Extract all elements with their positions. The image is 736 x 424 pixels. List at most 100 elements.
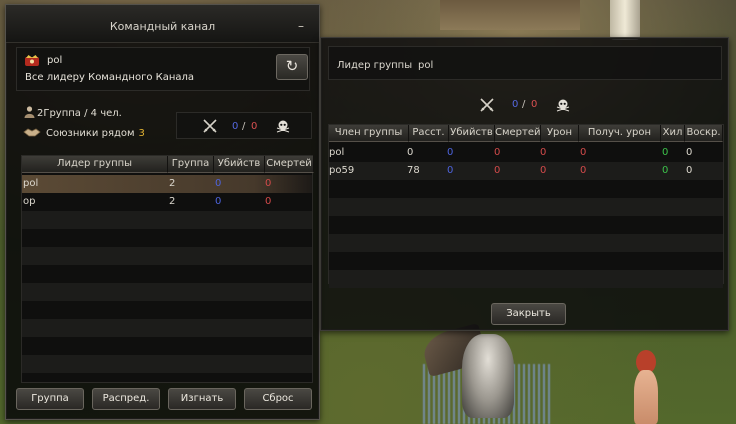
party-score-panel: 0 / 0 — [321, 88, 728, 122]
party-leaders-table: Лидер группы Группа Убийств Смертей pol … — [21, 155, 314, 383]
armored-character — [419, 322, 550, 424]
row-damage: 0 — [540, 147, 547, 158]
empty-row — [329, 216, 723, 234]
empty-row — [22, 265, 312, 283]
row-kills: 0 — [447, 147, 454, 158]
row-revive: 0 — [686, 165, 693, 176]
row-heal: 0 — [662, 147, 669, 158]
party-leader-panel: Лидер группы pol — [328, 46, 722, 80]
table-header: Лидер группы Группа Убийств Смертей — [22, 156, 314, 173]
redhead-character — [626, 350, 666, 424]
header-deaths[interactable]: Смертей — [265, 156, 314, 173]
score-separator: / — [242, 121, 246, 132]
row-deaths: 0 — [265, 178, 272, 189]
party-members-table: Член группы Расст. Убийств Смертей Урон … — [328, 124, 724, 288]
header-group[interactable]: Группа — [168, 156, 214, 173]
row-kills: 0 — [447, 165, 454, 176]
row-heal: 0 — [662, 165, 669, 176]
header-heal[interactable]: Хил — [661, 125, 685, 142]
row-leader: op — [23, 196, 36, 207]
header-distance[interactable]: Расст. — [409, 125, 449, 142]
row-deaths: 0 — [494, 165, 501, 176]
background-building — [440, 0, 580, 30]
crossed-swords-icon — [203, 119, 217, 133]
empty-row — [22, 355, 312, 373]
distribute-button[interactable]: Распред. — [92, 388, 160, 410]
channel-kills: 0 — [232, 121, 239, 132]
row-group: 2 — [169, 196, 176, 207]
party-leader-name: pol — [418, 60, 434, 71]
empty-row — [329, 180, 723, 198]
command-channel-window: Командный канал – pol Все лидеру Командн… — [5, 4, 320, 420]
handshake-icon — [23, 128, 41, 137]
score-separator: / — [522, 99, 526, 110]
row-group: 2 — [169, 178, 176, 189]
header-received-damage[interactable]: Получ. урон — [579, 125, 661, 142]
allies-nearby: Союзники рядом 3 — [46, 128, 145, 139]
header-leader[interactable]: Лидер группы — [22, 156, 168, 173]
allies-label: Союзники рядом — [46, 128, 135, 139]
empty-row — [22, 337, 312, 355]
row-member: pol — [329, 147, 345, 158]
header-kills[interactable]: Убийств — [214, 156, 265, 173]
group-button[interactable]: Группа — [16, 388, 84, 410]
header-deaths[interactable]: Смертей — [495, 125, 541, 142]
table-row[interactable]: po59 78 0 0 0 0 0 0 — [329, 162, 723, 180]
character-body — [462, 334, 514, 418]
crossed-swords-icon — [480, 98, 494, 112]
empty-row — [329, 270, 723, 288]
character-torso — [634, 370, 658, 424]
row-received-damage: 0 — [580, 147, 587, 158]
background-statue — [610, 0, 640, 40]
empty-row — [22, 319, 312, 337]
row-leader: pol — [23, 178, 39, 189]
empty-row — [329, 234, 723, 252]
header-damage[interactable]: Урон — [541, 125, 579, 142]
skull-icon — [556, 99, 570, 112]
allies-count: 3 — [138, 128, 145, 139]
window-title-bar[interactable]: Командный канал – — [6, 5, 319, 43]
row-deaths: 0 — [494, 147, 501, 158]
table-row[interactable]: op 2 0 0 — [22, 193, 312, 211]
channel-leader-line: Все лидеру Командного Канала — [25, 72, 195, 83]
channel-deaths: 0 — [251, 121, 258, 132]
party-leader-label: Лидер группы — [337, 60, 413, 71]
channel-leader-name: pol — [47, 55, 63, 66]
row-distance: 0 — [407, 147, 414, 158]
empty-row — [22, 211, 312, 229]
row-damage: 0 — [540, 165, 547, 176]
groups-count: 2Группа / 4 чел. — [37, 108, 122, 119]
header-revive[interactable]: Воскр. — [685, 125, 723, 142]
person-icon — [24, 106, 35, 118]
empty-row — [329, 198, 723, 216]
kick-button[interactable]: Изгнать — [168, 388, 236, 410]
party-kills: 0 — [512, 99, 519, 110]
row-received-damage: 0 — [580, 165, 587, 176]
table-row[interactable]: pol 0 0 0 0 0 0 0 — [329, 144, 723, 162]
row-distance: 78 — [407, 165, 420, 176]
empty-row — [22, 229, 312, 247]
skull-icon — [276, 120, 290, 133]
reset-button[interactable]: Сброс — [244, 388, 312, 410]
party-detail-window: Лидер группы pol 0 / 0 Член группы Расст… — [320, 37, 729, 331]
table-header: Член группы Расст. Убийств Смертей Урон … — [329, 125, 723, 142]
row-kills: 0 — [215, 178, 222, 189]
empty-row — [22, 283, 312, 301]
window-title: Командный канал — [109, 20, 216, 33]
minimize-button[interactable]: – — [295, 20, 307, 32]
row-kills: 0 — [215, 196, 222, 207]
header-kills[interactable]: Убийств — [449, 125, 495, 142]
channel-score-panel: 0 / 0 — [176, 112, 312, 139]
channel-leader-panel: pol Все лидеру Командного Канала — [16, 47, 310, 91]
close-button[interactable]: Закрыть — [491, 303, 566, 325]
refresh-button[interactable]: ↻ — [276, 54, 308, 80]
empty-row — [22, 247, 312, 265]
empty-row — [22, 301, 312, 319]
header-member[interactable]: Член группы — [329, 125, 409, 142]
party-deaths: 0 — [531, 99, 538, 110]
row-revive: 0 — [686, 147, 693, 158]
table-row[interactable]: pol 2 0 0 — [22, 175, 312, 193]
empty-row — [329, 252, 723, 270]
row-member: po59 — [329, 165, 355, 176]
crown-icon — [25, 55, 39, 66]
